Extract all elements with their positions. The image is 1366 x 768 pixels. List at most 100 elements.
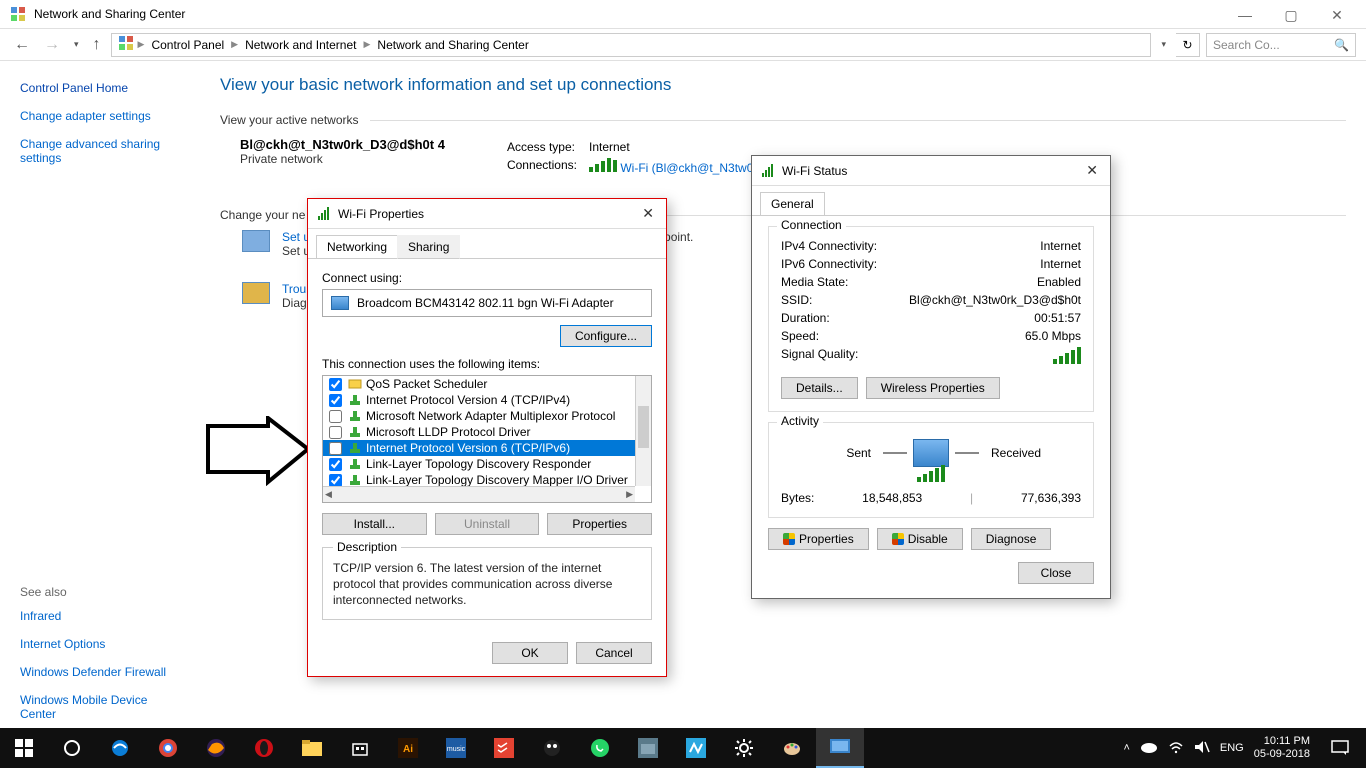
minimize-button[interactable]: — bbox=[1222, 4, 1268, 26]
configure-button[interactable]: Configure... bbox=[560, 325, 652, 347]
firefox-icon[interactable] bbox=[192, 728, 240, 768]
wifi-status-dialog: Wi-Fi Status ✕ General Connection IPv4 C… bbox=[751, 155, 1111, 599]
shield-icon bbox=[783, 533, 795, 545]
wireless-properties-button[interactable]: Wireless Properties bbox=[866, 377, 1000, 399]
search-icon: 🔍 bbox=[1334, 38, 1349, 52]
disable-button[interactable]: Disable bbox=[877, 528, 963, 550]
paint-icon[interactable] bbox=[768, 728, 816, 768]
search-box[interactable]: Search Co... 🔍 bbox=[1206, 33, 1356, 57]
tab-sharing[interactable]: Sharing bbox=[397, 235, 460, 259]
illustrator-icon[interactable]: Ai bbox=[384, 728, 432, 768]
details-button[interactable]: Details... bbox=[781, 377, 858, 399]
see-also-infrared[interactable]: Infrared bbox=[20, 609, 180, 623]
whatsapp-icon[interactable] bbox=[576, 728, 624, 768]
close-button-status[interactable]: Close bbox=[1018, 562, 1094, 584]
list-scrollbar-h[interactable]: ◀▶ bbox=[323, 486, 635, 502]
shield-icon bbox=[892, 533, 904, 545]
protocol-icon bbox=[348, 393, 362, 407]
see-also-mobile-center[interactable]: Windows Mobile Device Center bbox=[20, 693, 180, 721]
tray-language[interactable]: ENG bbox=[1220, 742, 1244, 754]
item-checkbox[interactable] bbox=[329, 442, 342, 455]
uses-items-label: This connection uses the following items… bbox=[322, 357, 652, 371]
ok-button[interactable]: OK bbox=[492, 642, 568, 664]
control-panel-taskbar-icon[interactable] bbox=[816, 728, 864, 768]
network-type: Private network bbox=[240, 152, 445, 166]
opera-icon[interactable] bbox=[240, 728, 288, 768]
address-dropdown[interactable]: ▾ bbox=[1157, 39, 1170, 50]
tray-chevron-up-icon[interactable]: ˄ bbox=[1123, 742, 1129, 754]
address-icon bbox=[118, 35, 134, 54]
app-icon-1[interactable] bbox=[528, 728, 576, 768]
edge-icon[interactable] bbox=[96, 728, 144, 768]
access-type-value: Internet bbox=[589, 139, 789, 155]
see-also-internet-options[interactable]: Internet Options bbox=[20, 637, 180, 651]
properties-button[interactable]: Properties bbox=[547, 513, 652, 535]
bytes-sent: 18,548,853 bbox=[862, 491, 922, 505]
action-center-icon[interactable] bbox=[1320, 728, 1360, 768]
duration-value: 00:51:57 bbox=[1034, 311, 1081, 325]
sidebar-link-adapter[interactable]: Change adapter settings bbox=[20, 109, 180, 123]
file-explorer-icon[interactable] bbox=[288, 728, 336, 768]
list-scrollbar-v[interactable] bbox=[635, 376, 651, 486]
install-button[interactable]: Install... bbox=[322, 513, 427, 535]
back-button[interactable]: ← bbox=[10, 36, 34, 54]
settings-icon[interactable] bbox=[720, 728, 768, 768]
see-also-firewall[interactable]: Windows Defender Firewall bbox=[20, 665, 180, 679]
up-button[interactable]: ↑ bbox=[89, 36, 105, 54]
ssid-value: Bl@ckh@t_N3tw0rk_D3@d$h0t bbox=[909, 293, 1081, 307]
app-icon-2[interactable] bbox=[624, 728, 672, 768]
chrome-icon[interactable] bbox=[144, 728, 192, 768]
refresh-button[interactable]: ↻ bbox=[1176, 33, 1200, 57]
breadcrumb-item[interactable]: Control Panel bbox=[148, 38, 227, 52]
breadcrumb-item[interactable]: Network and Sharing Center bbox=[374, 38, 531, 52]
diagnose-button[interactable]: Diagnose bbox=[971, 528, 1052, 550]
protocol-icon bbox=[348, 441, 362, 455]
breadcrumb-sep: ▶ bbox=[364, 39, 371, 50]
dialog-close-button[interactable]: ✕ bbox=[638, 205, 658, 222]
cancel-button[interactable]: Cancel bbox=[576, 642, 652, 664]
address-bar[interactable]: ▶ Control Panel ▶ Network and Internet ▶… bbox=[111, 33, 1152, 57]
cortana-icon[interactable] bbox=[48, 728, 96, 768]
description-legend: Description bbox=[333, 540, 401, 554]
adapter-field[interactable]: Broadcom BCM43142 802.11 bgn Wi-Fi Adapt… bbox=[322, 289, 652, 317]
sidebar-link-sharing[interactable]: Change advanced sharing settings bbox=[20, 137, 180, 165]
breadcrumb-sep: ▶ bbox=[231, 39, 238, 50]
tray-wifi-icon[interactable] bbox=[1168, 740, 1184, 757]
wondershare-icon[interactable] bbox=[672, 728, 720, 768]
list-item: Internet Protocol Version 4 (TCP/IPv4) bbox=[323, 392, 651, 408]
forward-button[interactable]: → bbox=[40, 36, 64, 54]
sidebar-home[interactable]: Control Panel Home bbox=[20, 81, 180, 95]
todoist-icon[interactable] bbox=[480, 728, 528, 768]
sent-label: Sent bbox=[781, 446, 883, 460]
start-button[interactable] bbox=[0, 728, 48, 768]
item-checkbox[interactable] bbox=[329, 458, 342, 471]
tab-general[interactable]: General bbox=[760, 192, 825, 215]
ipv4-value: Internet bbox=[1040, 239, 1081, 253]
maximize-button[interactable]: ▢ bbox=[1268, 4, 1314, 26]
item-checkbox[interactable] bbox=[329, 474, 342, 487]
see-also-heading: See also bbox=[20, 585, 180, 599]
item-checkbox[interactable] bbox=[329, 426, 342, 439]
troubleshoot-icon bbox=[242, 282, 270, 304]
protocol-icon bbox=[348, 473, 362, 487]
recent-dropdown[interactable]: ▾ bbox=[70, 39, 83, 50]
status-close-button[interactable]: ✕ bbox=[1082, 162, 1102, 179]
list-item: Link-Layer Topology Discovery Responder bbox=[323, 456, 651, 472]
tray-clock[interactable]: 10:11 PM 05-09-2018 bbox=[1254, 735, 1310, 760]
item-checkbox[interactable] bbox=[329, 378, 342, 391]
music-icon[interactable]: music bbox=[432, 728, 480, 768]
item-checkbox[interactable] bbox=[329, 410, 342, 423]
tab-networking[interactable]: Networking bbox=[316, 235, 398, 258]
tray-onedrive-icon[interactable] bbox=[1140, 741, 1158, 756]
protocol-list[interactable]: QoS Packet Scheduler Internet Protocol V… bbox=[322, 375, 652, 503]
breadcrumb-item[interactable]: Network and Internet bbox=[242, 38, 359, 52]
window-title: Network and Sharing Center bbox=[34, 7, 185, 21]
close-button[interactable]: ✕ bbox=[1314, 4, 1360, 26]
tray-volume-icon[interactable] bbox=[1194, 740, 1210, 757]
protocol-icon bbox=[348, 425, 362, 439]
store-icon[interactable] bbox=[336, 728, 384, 768]
status-properties-button[interactable]: Properties bbox=[768, 528, 869, 550]
item-checkbox[interactable] bbox=[329, 394, 342, 407]
page-heading: View your basic network information and … bbox=[220, 75, 1346, 95]
network-name: Bl@ckh@t_N3tw0rk_D3@d$h0t 4 bbox=[240, 137, 445, 152]
